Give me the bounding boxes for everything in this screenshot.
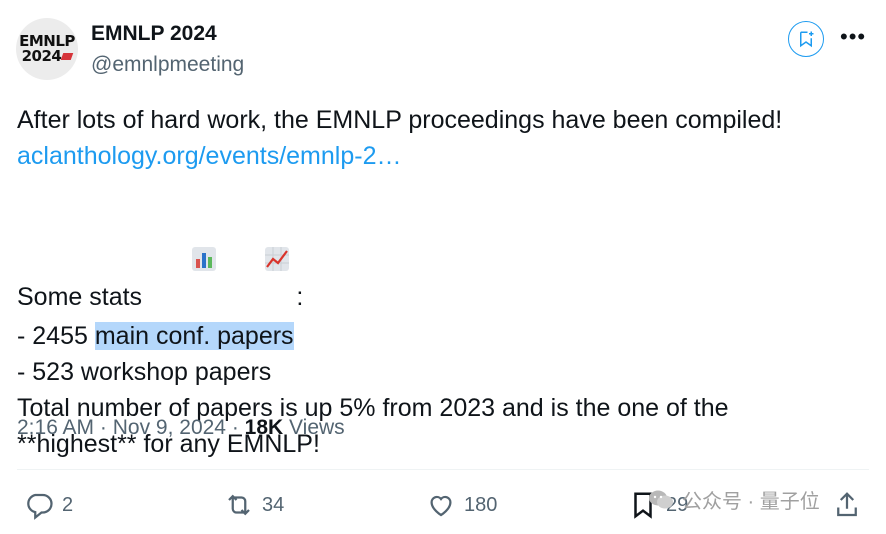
divider — [17, 469, 869, 470]
tweet-time[interactable]: 2:16 AM — [17, 416, 94, 439]
like-button[interactable]: 180 — [426, 490, 497, 520]
views-count: 18K — [244, 416, 284, 439]
repost-button[interactable]: 34 — [224, 490, 284, 520]
tweet-meta: 2:16 AM · Nov 9, 2024 · 18K Views — [17, 416, 345, 439]
bar-chart-icon — [149, 210, 217, 318]
reply-icon — [27, 493, 53, 520]
share-icon — [837, 492, 857, 517]
wechat-icon — [649, 490, 673, 508]
avatar[interactable]: EMNLP 2024 — [16, 18, 78, 80]
account-handle[interactable]: @emnlpmeeting — [91, 53, 244, 77]
avatar-line-2: 2024 — [22, 49, 74, 64]
watermark: 公众号 · 量子位 — [648, 485, 820, 514]
watermark-text: 公众号 · 量子位 — [682, 491, 820, 513]
heart-icon — [430, 495, 452, 517]
flag-icon — [61, 53, 74, 60]
tweet-link[interactable]: aclanthology.org/events/emnlp-2… — [17, 142, 401, 170]
reply-count: 2 — [62, 493, 74, 516]
selected-text: main conf. papers — [94, 322, 294, 350]
repost-count: 34 — [262, 493, 285, 516]
like-count: 180 — [464, 493, 498, 516]
share-button[interactable] — [832, 490, 862, 520]
tweet-line-1: After lots of hard work, the EMNLP proce… — [17, 106, 783, 134]
reply-button[interactable]: 2 — [24, 490, 73, 520]
views-label: Views — [283, 416, 345, 439]
workshop-papers-line: - 523 workshop papers — [17, 358, 272, 386]
bookmark-sparkle-button[interactable] — [788, 21, 824, 57]
main-papers-line: - 2455 main conf. papers — [17, 322, 294, 350]
tweet-date[interactable]: Nov 9, 2024 — [113, 416, 226, 439]
bookmark-sparkle-icon — [800, 31, 814, 48]
account-name[interactable]: EMNLP 2024 — [91, 22, 217, 46]
tweet-text: After lots of hard work, the EMNLP proce… — [17, 102, 877, 462]
trend-chart-icon — [223, 210, 291, 318]
repost-icon — [228, 494, 250, 516]
more-options-icon[interactable]: ••• — [840, 24, 866, 50]
stats-line: Some stats : — [17, 210, 877, 318]
